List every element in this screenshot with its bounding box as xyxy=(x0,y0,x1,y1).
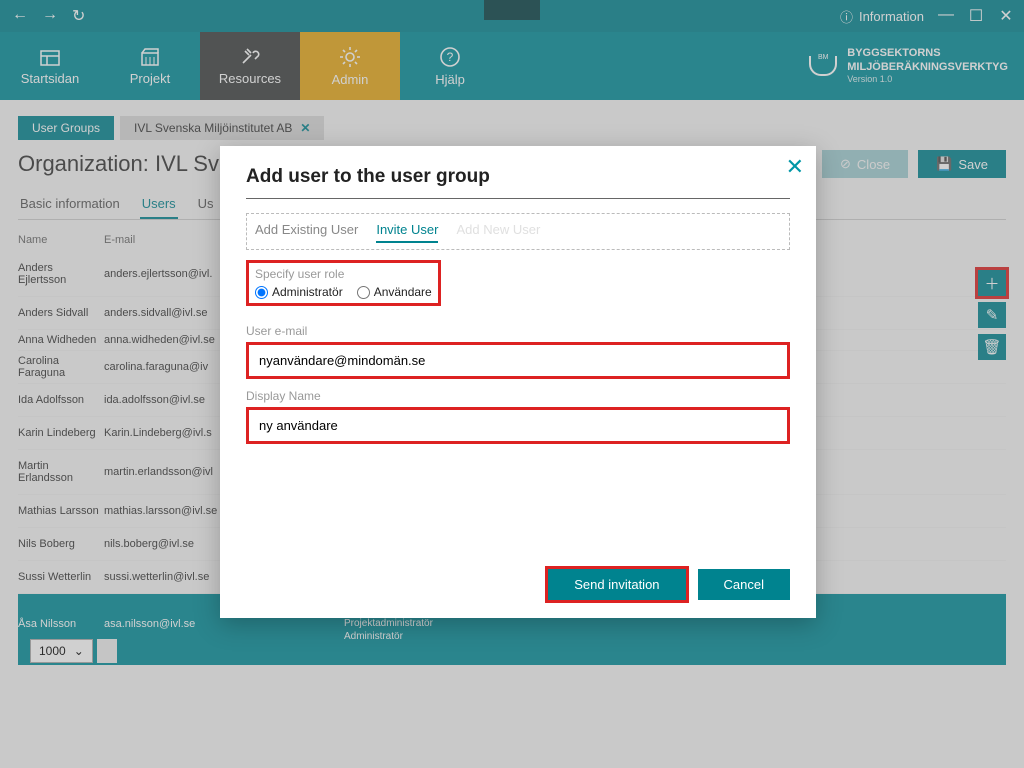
modal-tab-add-new[interactable]: Add New User xyxy=(456,222,540,243)
modal-tab-invite-user[interactable]: Invite User xyxy=(376,222,438,243)
display-name-field-highlight xyxy=(246,407,790,444)
add-user-modal: ✕ Add user to the user group Add Existin… xyxy=(220,146,816,618)
modal-close-button[interactable]: ✕ xyxy=(786,154,804,180)
radio-input[interactable] xyxy=(255,286,268,299)
role-label: Specify user role xyxy=(255,267,432,281)
role-group-highlight: Specify user role Administratör Användar… xyxy=(246,260,441,306)
radio-input[interactable] xyxy=(357,286,370,299)
modal-tabs: Add Existing User Invite User Add New Us… xyxy=(246,213,790,250)
email-label: User e-mail xyxy=(246,324,790,338)
divider xyxy=(246,198,790,199)
modal-tab-add-existing[interactable]: Add Existing User xyxy=(255,222,358,243)
modal-title: Add user to the user group xyxy=(246,166,790,188)
cancel-button[interactable]: Cancel xyxy=(698,569,790,600)
email-field[interactable] xyxy=(251,347,785,374)
display-name-label: Display Name xyxy=(246,389,790,403)
close-icon: ✕ xyxy=(786,154,804,179)
email-field-highlight xyxy=(246,342,790,379)
send-invitation-button[interactable]: Send invitation xyxy=(548,569,685,600)
display-name-field[interactable] xyxy=(251,412,785,439)
radio-user[interactable]: Användare xyxy=(357,285,432,299)
radio-administrator[interactable]: Administratör xyxy=(255,285,343,299)
